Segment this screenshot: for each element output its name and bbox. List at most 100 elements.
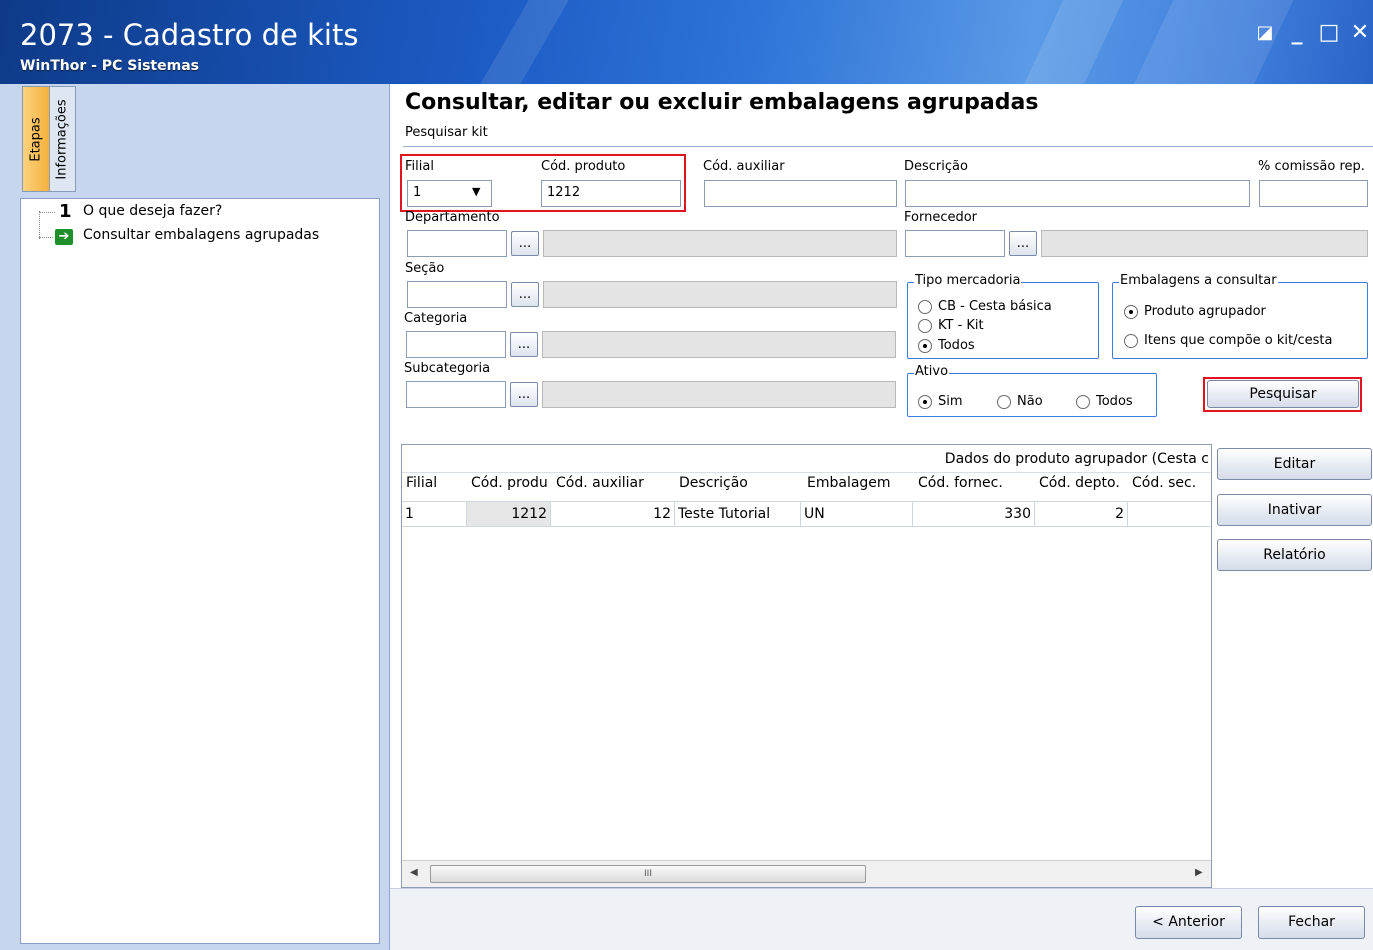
window-title: 2073 - Cadastro de kits (20, 18, 359, 52)
arrow-right-icon: ➔ (55, 229, 73, 245)
radio-ativo-nao[interactable]: Não (997, 394, 1043, 409)
maximize-icon[interactable]: □ (1316, 20, 1342, 46)
step-1-label[interactable]: O que deseja fazer? (83, 203, 222, 219)
fornecedor-lookup-button[interactable]: ... (1009, 231, 1037, 256)
column-header-cod-sec[interactable]: Cód. sec. (1132, 475, 1211, 491)
departamento-input[interactable] (407, 230, 507, 257)
radio-itens-kit[interactable]: Itens que compõe o kit/cesta (1124, 333, 1332, 348)
radio-icon (1124, 333, 1138, 348)
subcategoria-input[interactable] (406, 381, 506, 408)
secao-label: Seção (405, 261, 445, 276)
radio-icon (918, 299, 932, 314)
radio-ativo-todos[interactable]: Todos (1076, 394, 1133, 409)
departamento-description (543, 230, 897, 257)
radio-produto-agrupador[interactable]: Produto agrupador (1124, 304, 1266, 319)
steps-tree: 1 O que deseja fazer? ➔ Consultar embala… (20, 198, 380, 944)
scroll-right-icon[interactable]: ▶ (1195, 867, 1203, 878)
radio-ativo-sim-label: Sim (938, 394, 963, 409)
cell-filial[interactable]: 1 (402, 502, 467, 526)
radio-cesta-basica-label: CB - Cesta básica (938, 299, 1052, 314)
categoria-description (542, 331, 896, 358)
subcategoria-description (542, 381, 896, 408)
fornecedor-description (1041, 230, 1368, 257)
secao-input[interactable] (407, 281, 507, 308)
categoria-lookup-button[interactable]: ... (510, 332, 538, 357)
radio-selected-icon (918, 394, 932, 409)
radio-selected-icon (1124, 304, 1138, 319)
column-header-cod-auxiliar[interactable]: Cód. auxiliar (556, 475, 676, 491)
cell-cod-depto[interactable]: 2 (1035, 502, 1128, 526)
descricao-input[interactable] (905, 180, 1250, 207)
scroll-thumb[interactable]: III (430, 865, 866, 883)
relatorio-button[interactable]: Relatório (1217, 539, 1372, 571)
categoria-input[interactable] (406, 331, 506, 358)
minimize-icon[interactable]: _ (1284, 20, 1310, 46)
side-tabs: Etapas Informações (22, 86, 78, 192)
tab-etapas-label: Etapas (28, 116, 44, 162)
radio-icon (1076, 394, 1090, 409)
radio-itens-kit-label: Itens que compõe o kit/cesta (1144, 333, 1333, 348)
tree-connector (39, 212, 55, 213)
cell-descricao[interactable]: Teste Tutorial (675, 502, 801, 526)
radio-icon (997, 394, 1011, 409)
column-header-filial[interactable]: Filial (406, 475, 466, 491)
radio-ativo-sim[interactable]: Sim (918, 394, 963, 409)
step-2-label[interactable]: Consultar embalagens agrupadas (83, 227, 319, 243)
column-header-cod-produto[interactable]: Cód. produ (471, 475, 550, 491)
page-title: Consultar, editar ou excluir embalagens … (405, 90, 1039, 115)
column-header-cod-depto[interactable]: Cód. depto. (1039, 475, 1129, 491)
radio-kit-label: KT - Kit (938, 318, 984, 333)
scroll-left-icon[interactable]: ◀ (410, 867, 418, 878)
divider (403, 146, 1373, 147)
secao-description (543, 281, 897, 308)
radio-kit[interactable]: KT - Kit (918, 318, 984, 333)
cell-cod-fornec[interactable]: 330 (913, 502, 1035, 526)
table-row[interactable]: 1 1212 12 Teste Tutorial UN 330 2 (402, 501, 1211, 527)
tab-etapas[interactable]: Etapas (22, 86, 49, 192)
departamento-label: Departamento (405, 210, 500, 225)
inativar-button[interactable]: Inativar (1217, 494, 1372, 526)
embalagens-consultar-label: Embalagens a consultar (1119, 273, 1278, 288)
horizontal-scrollbar[interactable]: ◀ III ▶ (402, 860, 1211, 887)
editar-button[interactable]: Editar (1217, 448, 1372, 480)
cell-cod-sec[interactable] (1128, 502, 1211, 526)
fornecedor-label: Fornecedor (904, 210, 978, 225)
subcategoria-label: Subcategoria (404, 361, 491, 376)
subcategoria-lookup-button[interactable]: ... (510, 382, 538, 407)
radio-tipo-todos-label: Todos (938, 338, 975, 353)
secao-lookup-button[interactable]: ... (511, 282, 539, 307)
radio-ativo-todos-label: Todos (1096, 394, 1133, 409)
anterior-button[interactable]: < Anterior (1135, 906, 1242, 939)
fornecedor-input[interactable] (905, 230, 1005, 257)
comissao-label: % comissão rep. (1258, 159, 1365, 174)
cell-embalagem[interactable]: UN (801, 502, 913, 526)
radio-tipo-todos[interactable]: Todos (918, 338, 975, 353)
radio-produto-agrupador-label: Produto agrupador (1144, 304, 1266, 319)
restore-icon[interactable]: ◪ (1252, 20, 1278, 46)
cod-auxiliar-input[interactable] (704, 180, 897, 207)
comissao-input[interactable] (1259, 180, 1368, 207)
radio-ativo-nao-label: Não (1017, 394, 1043, 409)
cell-cod-auxiliar[interactable]: 12 (551, 502, 675, 526)
radio-cesta-basica[interactable]: CB - Cesta básica (918, 299, 1052, 314)
column-header-cod-fornec[interactable]: Cód. fornec. (918, 475, 1033, 491)
column-header-descricao[interactable]: Descrição (679, 475, 799, 491)
ativo-label: Ativo (914, 364, 950, 379)
close-icon[interactable]: ✕ (1347, 20, 1373, 46)
radio-selected-icon (918, 338, 932, 353)
results-grid: Dados do produto agrupador (Cesta c Fili… (401, 444, 1212, 888)
radio-icon (918, 318, 932, 333)
window-subtitle: WinThor - PC Sistemas (20, 58, 199, 74)
categoria-label: Categoria (404, 311, 468, 326)
step-1-number: 1 (59, 201, 72, 222)
tab-informacoes[interactable]: Informações (49, 86, 76, 192)
departamento-lookup-button[interactable]: ... (511, 231, 539, 256)
descricao-label: Descrição (904, 159, 968, 174)
column-header-embalagem[interactable]: Embalagem (807, 475, 912, 491)
highlight-box (1203, 377, 1362, 412)
cell-cod-produto[interactable]: 1212 (467, 502, 551, 526)
cod-auxiliar-label: Cód. auxiliar (703, 159, 785, 174)
title-bar-decoration (1007, 0, 1133, 84)
fechar-button[interactable]: Fechar (1258, 906, 1365, 939)
tree-connector (39, 237, 53, 238)
